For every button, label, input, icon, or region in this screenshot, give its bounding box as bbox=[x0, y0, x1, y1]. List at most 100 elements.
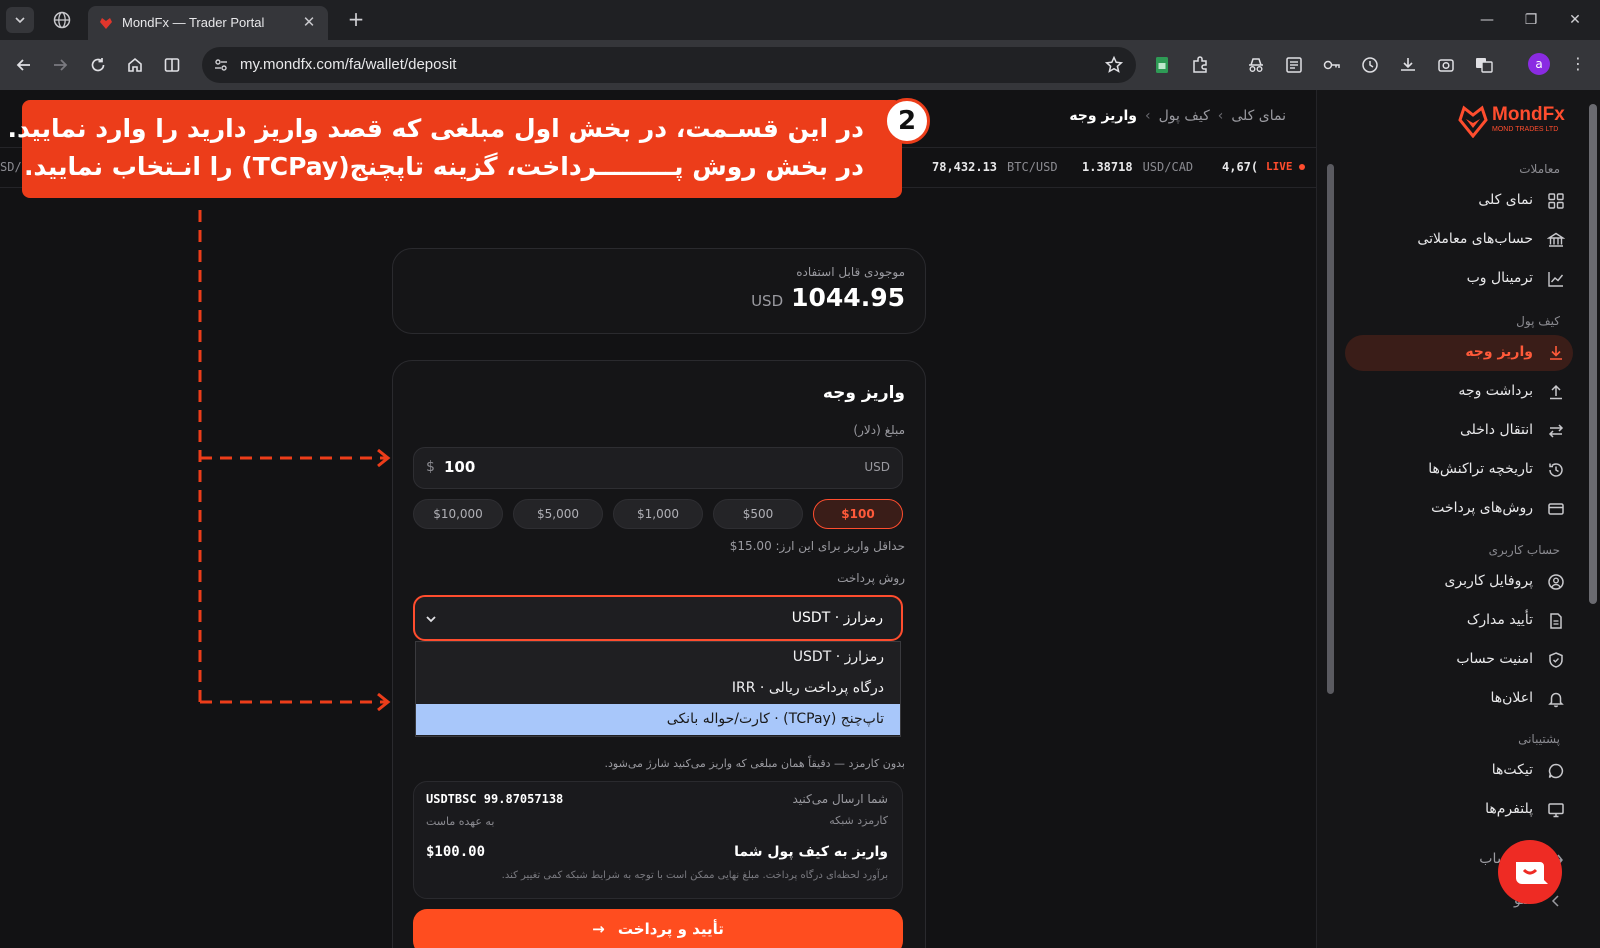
screenshot-icon[interactable] bbox=[1436, 55, 1456, 75]
sidebar-item-internal-transfer[interactable]: انتقال داخلی bbox=[1345, 413, 1573, 449]
preset-10000-button[interactable]: $10,000 bbox=[413, 499, 503, 529]
address-bar[interactable]: my.mondfx.com/fa/wallet/deposit bbox=[202, 47, 1136, 83]
minimize-button[interactable]: — bbox=[1472, 8, 1502, 32]
sidebar-item-documents[interactable]: تأیید مدارک bbox=[1345, 603, 1573, 639]
minimum-deposit-note: حداقل واریز برای این ارز: 15.00$ bbox=[729, 539, 905, 553]
sidebar-item-label: تأیید مدارک bbox=[1466, 612, 1533, 628]
you-send-label: شما ارسال می‌کنید bbox=[792, 792, 888, 806]
page-scrollbar[interactable] bbox=[1586, 90, 1600, 948]
payment-method-select[interactable]: رمزارز · USDT bbox=[413, 595, 903, 641]
breadcrumb-current: واریز وجه bbox=[1069, 108, 1137, 124]
option-rial-gateway[interactable]: درگاه پرداخت ریالی · IRR bbox=[416, 673, 900, 704]
arrow-left-icon: → bbox=[592, 920, 605, 938]
incognito-icon[interactable] bbox=[1246, 55, 1266, 75]
sidebar-item-label: پروفایل کاربری bbox=[1444, 573, 1533, 589]
dollar-sign: $ bbox=[426, 459, 435, 475]
history-icon bbox=[1549, 463, 1563, 477]
payment-method-value: رمزارز · USDT bbox=[791, 610, 883, 626]
close-window-button[interactable]: ✕ bbox=[1560, 8, 1590, 32]
breadcrumb-separator: › bbox=[1145, 108, 1151, 124]
preset-1000-button[interactable]: $1,000 bbox=[613, 499, 703, 529]
new-tab-button[interactable]: + bbox=[344, 8, 368, 32]
reading-list-icon[interactable] bbox=[1284, 55, 1304, 75]
home-button[interactable] bbox=[123, 53, 147, 77]
sidebar-scrollbar[interactable] bbox=[1325, 150, 1335, 830]
tab-close-icon[interactable]: ✕ bbox=[300, 13, 318, 31]
live-indicator: LIVE bbox=[1266, 160, 1305, 173]
amount-value[interactable]: 100 bbox=[444, 458, 475, 476]
tab-search-button[interactable] bbox=[6, 7, 34, 33]
chat-bubble-icon bbox=[1548, 763, 1564, 779]
payment-method-dropdown: رمزارز · USDT درگاه پرداخت ریالی · IRR ت… bbox=[415, 641, 901, 737]
sidebar-item-tickets[interactable]: تیکت‌ها bbox=[1345, 753, 1573, 789]
ticker-value: 78,432.13 bbox=[932, 160, 998, 174]
chat-widget-icon bbox=[1516, 862, 1548, 884]
translate-icon[interactable] bbox=[1474, 55, 1494, 75]
sidebar-item-label: تیکت‌ها bbox=[1491, 762, 1533, 778]
sidebar-item-security[interactable]: امنیت حساب bbox=[1345, 642, 1573, 678]
sidebar: MondFx MOND TRADES LTD معاملات نمای کلی … bbox=[1316, 90, 1600, 948]
sidebar-item-web-terminal[interactable]: ترمینال وب bbox=[1345, 261, 1573, 297]
sidebar-item-label: نمای کلی bbox=[1478, 192, 1533, 208]
ticker-item: 1.38718 USD/CAD bbox=[1082, 160, 1193, 174]
sidebar-item-label: واریز وجه bbox=[1465, 344, 1533, 360]
brand-logo[interactable]: MondFx MOND TRADES LTD bbox=[1457, 100, 1567, 140]
balance-value: 1044.95 bbox=[791, 283, 905, 312]
history-clock-icon[interactable] bbox=[1360, 55, 1380, 75]
sidebar-item-deposit[interactable]: واریز وجه bbox=[1345, 335, 1573, 371]
split-view-button[interactable] bbox=[160, 53, 184, 77]
balance-card: موجودی قابل استفاده USD 1044.95 bbox=[392, 248, 926, 334]
sidebar-item-label: انتقال داخلی bbox=[1459, 422, 1533, 438]
sidebar-item-label: ترمینال وب bbox=[1466, 270, 1533, 286]
option-tcpay[interactable]: تاپ‌چنج (TCPay) · کارت/حواله بانکی bbox=[416, 704, 900, 735]
maximize-button[interactable]: ❐ bbox=[1516, 8, 1546, 32]
sidebar-item-profile[interactable]: پروفایل کاربری bbox=[1345, 564, 1573, 600]
sheets-extension-icon[interactable] bbox=[1152, 55, 1172, 75]
ticker-value: 4,67( bbox=[1222, 160, 1259, 174]
reload-button[interactable] bbox=[86, 53, 110, 77]
password-key-icon[interactable] bbox=[1322, 55, 1342, 75]
download-tray-icon[interactable] bbox=[1398, 55, 1418, 75]
page-scroll-thumb[interactable] bbox=[1589, 104, 1597, 604]
sidebar-item-trading-accounts[interactable]: حساب‌های معاملاتی bbox=[1345, 222, 1573, 258]
ticker-symbol: BTC/USD bbox=[1007, 160, 1058, 174]
profile-avatar[interactable]: a bbox=[1528, 53, 1550, 75]
sidebar-item-payment-methods[interactable]: روش‌های پرداخت bbox=[1345, 491, 1573, 527]
sidebar-item-label: برداشت وجه bbox=[1458, 383, 1533, 399]
url-text[interactable]: my.mondfx.com/fa/wallet/deposit bbox=[240, 56, 456, 73]
balance-amount: USD 1044.95 bbox=[751, 283, 905, 312]
sidebar-item-platforms[interactable]: پلتفرم‌ها bbox=[1345, 792, 1573, 828]
logo-text: MondFx bbox=[1492, 104, 1565, 125]
ticker-value: 1.38718 bbox=[1082, 160, 1133, 174]
sidebar-item-notifications[interactable]: اعلان‌ها bbox=[1345, 681, 1573, 717]
document-icon bbox=[1550, 613, 1562, 629]
download-icon bbox=[1550, 346, 1562, 360]
chevron-down-icon bbox=[426, 616, 436, 623]
preset-5000-button[interactable]: $5,000 bbox=[513, 499, 603, 529]
preset-100-button[interactable]: $100 bbox=[813, 499, 903, 529]
network-fee-label: کارمزد شبکه bbox=[829, 814, 888, 827]
globe-icon[interactable] bbox=[52, 10, 72, 30]
option-crypto-usdt[interactable]: رمزارز · USDT bbox=[416, 642, 900, 673]
preset-500-button[interactable]: $500 bbox=[713, 499, 803, 529]
sidebar-item-transaction-history[interactable]: تاریخچه تراکنش‌ها bbox=[1345, 452, 1573, 488]
ticker-item: 4,67( bbox=[1222, 160, 1258, 174]
forward-button[interactable] bbox=[48, 53, 72, 77]
back-button[interactable] bbox=[12, 53, 36, 77]
bookmark-star-icon[interactable] bbox=[1104, 55, 1124, 75]
amount-input[interactable]: $ 100 USD bbox=[413, 447, 903, 489]
support-chat-button[interactable] bbox=[1498, 840, 1562, 904]
breadcrumb-wallet[interactable]: کیف پول bbox=[1159, 108, 1210, 124]
site-settings-icon[interactable] bbox=[212, 56, 230, 74]
browser-toolbar: my.mondfx.com/fa/wallet/deposit a ⋮ bbox=[0, 40, 1600, 90]
confirm-pay-button[interactable]: تأیید و پرداخت → bbox=[413, 909, 903, 948]
browser-menu-icon[interactable]: ⋮ bbox=[1568, 54, 1588, 74]
sidebar-item-withdraw[interactable]: برداشت وجه bbox=[1345, 374, 1573, 410]
sidebar-item-overview[interactable]: نمای کلی bbox=[1345, 183, 1573, 219]
browser-tab-active[interactable]: MondFx — Trader Portal ✕ bbox=[88, 6, 328, 40]
annotation-line-1: در این قسـمت، در بخش اول مبلغی که قصد وا… bbox=[7, 114, 864, 143]
grid-icon bbox=[1548, 193, 1564, 209]
breadcrumb-overview[interactable]: نمای کلی bbox=[1231, 108, 1286, 124]
extensions-puzzle-icon[interactable] bbox=[1190, 55, 1210, 75]
sidebar-scroll-thumb[interactable] bbox=[1327, 164, 1334, 694]
